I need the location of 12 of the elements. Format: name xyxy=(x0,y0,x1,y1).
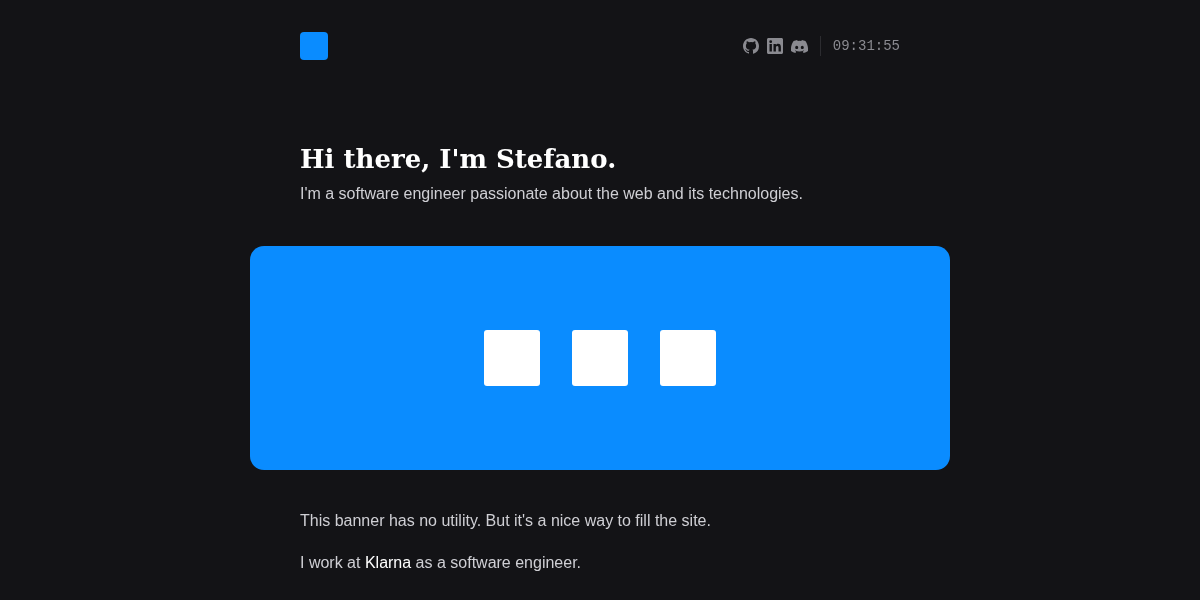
square-shape xyxy=(660,330,716,386)
linkedin-icon[interactable] xyxy=(766,38,783,54)
github-icon[interactable] xyxy=(742,38,759,54)
link[interactable]: Klarna xyxy=(364,554,412,571)
discord-icon[interactable] xyxy=(790,39,808,53)
tagline: I'm a software engineer passionate about the web and its technologies. xyxy=(300,184,804,204)
clock-time: 09:31:55 xyxy=(832,36,900,56)
heading: Hi there, I'm Stefano. xyxy=(300,143,618,176)
square-shape xyxy=(572,330,628,386)
paragraph: I work at Klarna as a software engineer. xyxy=(300,553,583,573)
square-shape xyxy=(484,330,540,386)
paragraph: This banner has no utility. But it's a nice way to fill the site. xyxy=(300,511,712,531)
